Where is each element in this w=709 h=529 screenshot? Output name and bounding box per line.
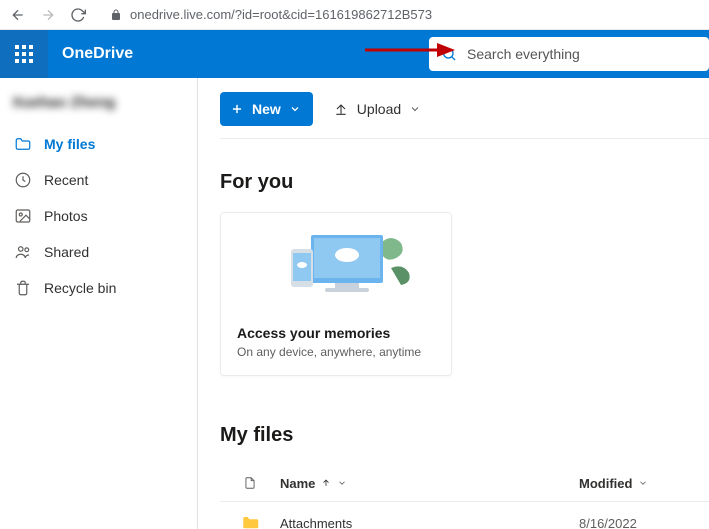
lock-icon (110, 9, 122, 21)
url-text: onedrive.live.com/?id=root&cid=161619862… (130, 7, 432, 22)
sidebar-item-label: My files (44, 136, 95, 152)
file-modified: 8/16/2022 (579, 516, 709, 529)
chevron-down-icon (337, 478, 347, 488)
user-block[interactable]: Xuehao Zheng (0, 94, 197, 126)
user-name: Xuehao Zheng (12, 94, 115, 111)
sidebar-item-label: Recycle bin (44, 280, 116, 296)
content: New Upload For you (198, 78, 709, 529)
memories-card-subtitle: On any device, anywhere, anytime (237, 345, 435, 359)
sidebar-item-shared[interactable]: Shared (0, 234, 197, 270)
memories-card[interactable]: Access your memories On any device, anyw… (220, 212, 452, 376)
folder-icon (14, 135, 32, 153)
chevron-down-icon (638, 478, 648, 488)
new-button-label: New (252, 101, 281, 117)
search-icon (441, 46, 457, 62)
upload-icon (333, 101, 349, 117)
upload-button-label: Upload (357, 101, 401, 117)
folder-icon (220, 514, 280, 529)
plus-icon (230, 102, 244, 116)
file-row[interactable]: Attachments 8/16/2022 (220, 502, 709, 529)
memories-card-title: Access your memories (237, 325, 435, 341)
app-title[interactable]: OneDrive (48, 45, 429, 63)
sidebar-item-label: Shared (44, 244, 89, 260)
trash-icon (14, 279, 32, 297)
file-list-header: Name Modified (220, 465, 709, 502)
memories-illustration (221, 213, 451, 313)
sidebar-item-label: Recent (44, 172, 88, 188)
toolbar: New Upload (220, 92, 709, 139)
browser-bar: onedrive.live.com/?id=root&cid=161619862… (0, 0, 709, 30)
sidebar-item-recycle-bin[interactable]: Recycle bin (0, 270, 197, 306)
chevron-down-icon (409, 103, 421, 115)
name-column-header[interactable]: Name (280, 476, 579, 491)
sort-up-icon (321, 478, 331, 488)
top-bar: OneDrive (0, 30, 709, 78)
sidebar: Xuehao Zheng My files Recent Photos Shar… (0, 78, 198, 529)
photo-icon (14, 207, 32, 225)
modified-column-header[interactable]: Modified (579, 476, 709, 491)
my-files-heading: My files (220, 424, 709, 447)
sidebar-item-label: Photos (44, 208, 88, 224)
people-icon (14, 243, 32, 261)
url-bar[interactable]: onedrive.live.com/?id=root&cid=161619862… (110, 7, 432, 22)
sidebar-item-recent[interactable]: Recent (0, 162, 197, 198)
new-button[interactable]: New (220, 92, 313, 126)
sidebar-item-photos[interactable]: Photos (0, 198, 197, 234)
search-box[interactable] (429, 37, 709, 71)
file-type-column-icon[interactable] (220, 475, 280, 491)
back-icon[interactable] (10, 7, 26, 23)
for-you-heading: For you (220, 171, 709, 194)
chevron-down-icon (289, 103, 301, 115)
search-input[interactable] (467, 46, 687, 62)
app-launcher-button[interactable] (0, 30, 48, 78)
reload-icon[interactable] (70, 7, 86, 23)
clock-icon (14, 171, 32, 189)
file-name: Attachments (280, 516, 579, 529)
forward-icon[interactable] (40, 7, 56, 23)
upload-button[interactable]: Upload (333, 101, 421, 117)
sidebar-item-my-files[interactable]: My files (0, 126, 197, 162)
